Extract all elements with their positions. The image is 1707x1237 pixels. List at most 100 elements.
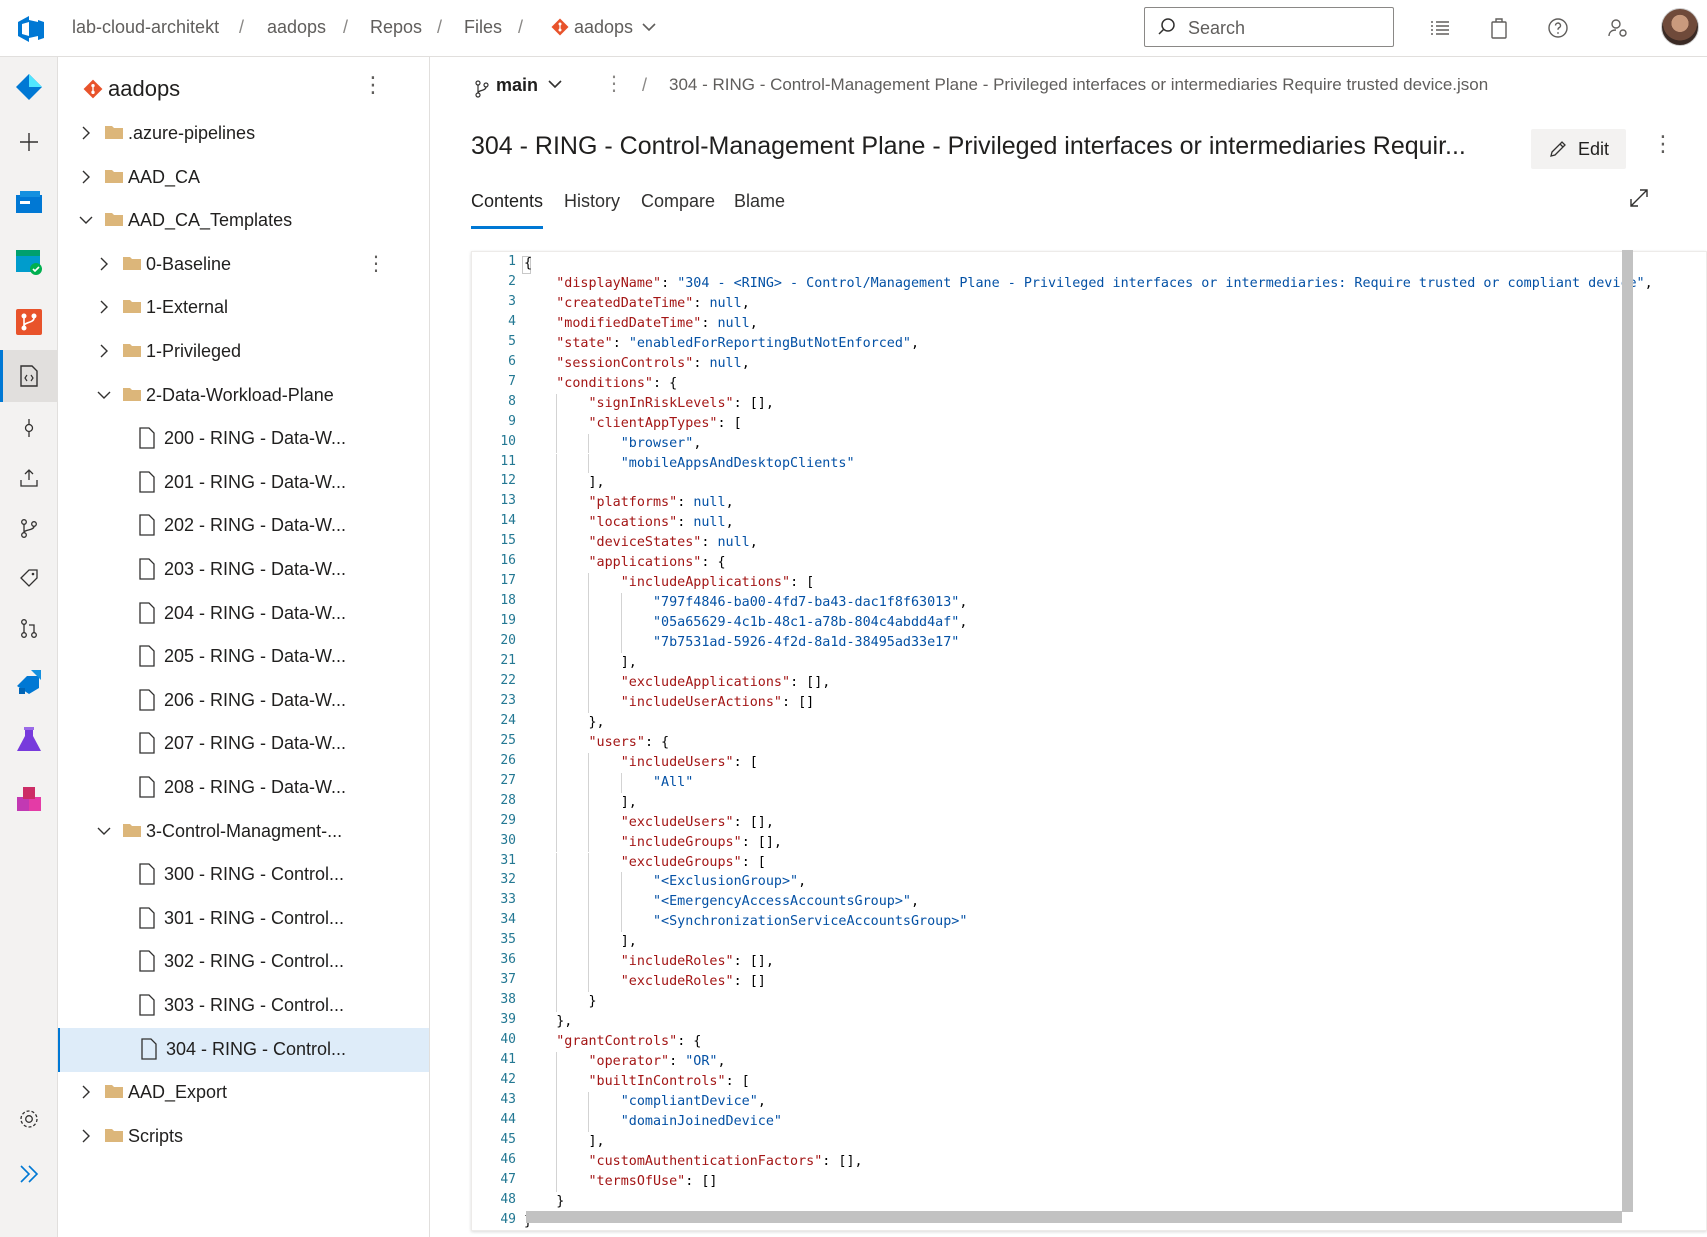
- breadcrumb-repos[interactable]: Repos: [370, 17, 422, 38]
- json-punct: [524, 595, 653, 610]
- tree-file[interactable]: 204 - RING - Data-W...: [58, 592, 429, 636]
- tree-folder[interactable]: AAD_Export: [58, 1071, 429, 1115]
- tree-item-label: AAD_CA_Templates: [128, 210, 293, 231]
- breadcrumb-repo-selector[interactable]: aadops: [574, 17, 633, 38]
- tree-file[interactable]: 200 - RING - Data-W...: [58, 417, 429, 461]
- chevron-right-icon[interactable]: [96, 299, 112, 315]
- tree-folder[interactable]: .azure-pipelines: [58, 112, 429, 156]
- code-viewer[interactable]: 1 2 3 4 5 6 7 8 9 10 11 12 13 14 15 16 17 18 19 20 21 22 23 24 2…: [471, 251, 1707, 1231]
- code-line: "05a65629-4c1b-48c1-a78b-804c4abdd4af",: [524, 613, 967, 633]
- json-null: null: [717, 315, 750, 331]
- more-actions-icon[interactable]: ⋮: [1652, 131, 1674, 157]
- tree-folder[interactable]: AAD_CA: [58, 156, 429, 200]
- code-line: "<ExclusionGroup>",: [524, 872, 806, 892]
- branches-icon[interactable]: [9, 508, 49, 548]
- chevron-right-icon[interactable]: [96, 256, 112, 272]
- branch-icon: [475, 80, 489, 98]
- search-input[interactable]: Search: [1144, 7, 1394, 47]
- tree-file[interactable]: 206 - RING - Data-W...: [58, 679, 429, 723]
- tree-file[interactable]: 300 - RING - Control...: [58, 853, 429, 897]
- chevron-down-icon[interactable]: [96, 387, 112, 403]
- tree-file[interactable]: 208 - RING - Data-W...: [58, 766, 429, 810]
- tree-file[interactable]: 207 - RING - Data-W...: [58, 722, 429, 766]
- tree-folder[interactable]: 2-Data-Workload-Plane: [58, 374, 429, 418]
- code-line: "grantControls": {: [524, 1032, 701, 1052]
- chevron-right-icon[interactable]: [78, 125, 94, 141]
- overview-icon[interactable]: [9, 182, 49, 222]
- tree-folder[interactable]: 0-Baseline ⋮: [58, 243, 429, 287]
- tree-folder[interactable]: AAD_CA_Templates: [58, 199, 429, 243]
- json-punct: :: [612, 335, 629, 351]
- boards-icon[interactable]: [9, 242, 49, 282]
- help-icon[interactable]: [1546, 16, 1570, 40]
- tree-file[interactable]: 303 - RING - Control...: [58, 984, 429, 1028]
- test-plans-icon[interactable]: [9, 720, 49, 760]
- tab-compare[interactable]: Compare: [641, 191, 715, 212]
- line-number: 19: [500, 613, 516, 629]
- breadcrumb-project[interactable]: aadops: [267, 17, 326, 38]
- repo-name[interactable]: aadops: [108, 76, 180, 102]
- breadcrumb-org[interactable]: lab-cloud-architekt: [72, 17, 219, 38]
- work-items-list-icon[interactable]: [1428, 16, 1452, 40]
- user-settings-icon[interactable]: [1606, 16, 1630, 40]
- avatar[interactable]: [1661, 8, 1699, 46]
- path-more-icon[interactable]: ⋮: [604, 71, 624, 96]
- chevron-down-icon[interactable]: [96, 823, 112, 839]
- tree-item-label: 1-Privileged: [146, 341, 242, 361]
- artifacts-icon[interactable]: [9, 780, 49, 820]
- chevron-right-icon[interactable]: [78, 1128, 94, 1144]
- horizontal-scrollbar[interactable]: [526, 1211, 1622, 1223]
- json-punct: [524, 296, 556, 311]
- pull-requests-icon[interactable]: [9, 608, 49, 648]
- tree-file[interactable]: 202 - RING - Data-W...: [58, 504, 429, 548]
- line-number: 4: [508, 313, 516, 329]
- add-icon[interactable]: [9, 122, 49, 162]
- tree-file[interactable]: 302 - RING - Control...: [58, 940, 429, 984]
- code-line: "customAuthenticationFactors": [],: [524, 1152, 863, 1172]
- tree-folder[interactable]: 1-Privileged: [58, 330, 429, 374]
- line-number: 49: [500, 1211, 516, 1227]
- repos-icon[interactable]: [9, 302, 49, 342]
- line-number: 45: [500, 1131, 516, 1147]
- azure-devops-logo-icon[interactable]: [14, 12, 48, 46]
- project-settings-gear-icon[interactable]: [9, 1099, 49, 1139]
- pushes-icon[interactable]: [9, 458, 49, 498]
- tree-file[interactable]: 203 - RING - Data-W...: [58, 548, 429, 592]
- expand-nav-chevrons-icon[interactable]: [9, 1154, 49, 1194]
- tree-file[interactable]: 201 - RING - Data-W...: [58, 461, 429, 505]
- project-overview-icon[interactable]: [9, 67, 49, 107]
- branch-selector[interactable]: main: [496, 75, 538, 96]
- fullscreen-expand-icon[interactable]: [1628, 187, 1650, 209]
- tree-folder[interactable]: 3-Control-Managment-...: [58, 810, 429, 854]
- chevron-down-icon[interactable]: [642, 22, 656, 32]
- chevron-right-icon[interactable]: [96, 343, 112, 359]
- chevron-down-icon[interactable]: [78, 212, 94, 228]
- chevron-right-icon[interactable]: [78, 1084, 94, 1100]
- line-number: 27: [500, 772, 516, 788]
- tree-item-more-icon[interactable]: ⋮: [366, 251, 386, 276]
- edit-button[interactable]: Edit: [1531, 129, 1626, 169]
- tab-contents[interactable]: Contents: [471, 191, 543, 212]
- repo-more-options-icon[interactable]: ⋮: [362, 72, 384, 98]
- vertical-scrollbar[interactable]: [1622, 250, 1633, 1212]
- chevron-right-icon[interactable]: [78, 169, 94, 185]
- tree-folder[interactable]: Scripts: [58, 1115, 429, 1159]
- tree-file[interactable]: 205 - RING - Data-W...: [58, 635, 429, 679]
- marketplace-bag-icon[interactable]: [1487, 16, 1511, 40]
- commits-icon[interactable]: [9, 408, 49, 448]
- tree-file[interactable]: 301 - RING - Control...: [58, 897, 429, 941]
- json-key: "platforms": [588, 495, 678, 511]
- json-punct: : []: [685, 1173, 718, 1189]
- files-icon[interactable]: [9, 356, 49, 396]
- code-line: },: [524, 713, 605, 733]
- tab-history[interactable]: History: [564, 191, 620, 212]
- tags-icon[interactable]: [9, 558, 49, 598]
- tab-blame[interactable]: Blame: [734, 191, 785, 212]
- pipelines-icon[interactable]: [9, 662, 49, 702]
- tree-file[interactable]: 304 - RING - Control...: [58, 1027, 429, 1072]
- tree-folder[interactable]: 1-External: [58, 286, 429, 330]
- breadcrumb-files[interactable]: Files: [464, 17, 502, 38]
- chevron-down-icon[interactable]: [548, 79, 562, 89]
- line-number: 32: [500, 872, 516, 888]
- code-line: "createdDateTime": null,: [524, 294, 750, 314]
